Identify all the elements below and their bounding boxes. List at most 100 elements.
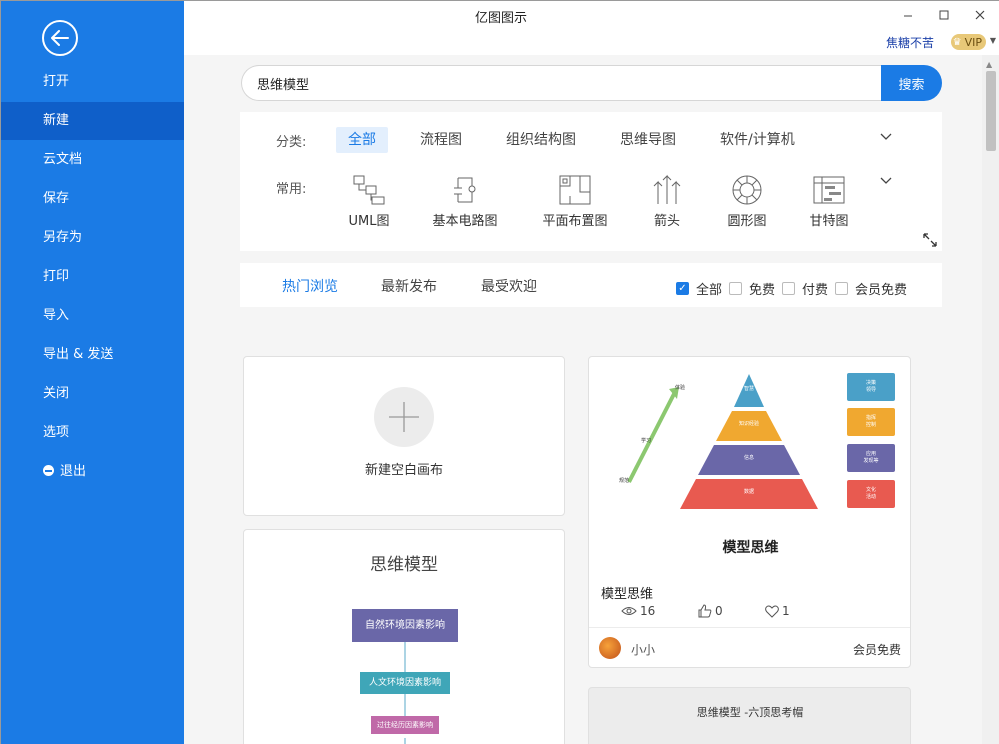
author-name[interactable]: 小小 xyxy=(631,641,655,658)
sidebar-item-label: 导入 xyxy=(43,308,70,323)
common-item-arrow[interactable]: 箭头 xyxy=(622,174,712,229)
close-icon xyxy=(975,10,985,20)
heart-icon xyxy=(765,605,779,618)
category-org-chart[interactable]: 组织结构图 xyxy=(494,127,588,153)
filter-label: 会员免费 xyxy=(855,283,908,298)
vip-badge[interactable]: ♛ VIP xyxy=(950,34,986,50)
category-flowchart[interactable]: 流程图 xyxy=(408,127,474,153)
arrow-icon xyxy=(653,174,681,204)
crown-icon: ♛ xyxy=(952,36,962,48)
circle-chart-icon xyxy=(732,175,762,205)
checkbox-icon xyxy=(729,282,742,295)
price-label: 会员免费 xyxy=(852,643,901,657)
sidebar-item-import[interactable]: 导入 xyxy=(1,297,184,335)
category-mind-map[interactable]: 思维导图 xyxy=(608,127,688,153)
chevron-down-icon[interactable] xyxy=(880,130,892,145)
close-window-button[interactable] xyxy=(970,5,990,25)
sidebar-item-cloud-docs[interactable]: 云文档 xyxy=(1,141,184,179)
checkbox-icon xyxy=(835,282,848,295)
common-item-label: 圆形图 xyxy=(727,214,767,229)
avatar[interactable] xyxy=(599,637,621,659)
scroll-thumb[interactable] xyxy=(986,71,996,151)
expand-icon[interactable] xyxy=(923,233,937,251)
sidebar-item-save[interactable]: 保存 xyxy=(1,180,184,218)
sidebar-item-save-as[interactable]: 另存为 xyxy=(1,219,184,257)
sidebar-item-label: 退出 xyxy=(60,464,87,479)
views-value: 16 xyxy=(640,604,656,618)
template-card-model-thinking[interactable]: 智慧 知识经验 信息 数据 决策 领导 指挥 控制 应用 发现等 文化 活动 体… xyxy=(588,356,911,668)
sidebar-item-exit[interactable]: 退出 xyxy=(1,453,184,491)
vertical-scrollbar[interactable]: ▲ xyxy=(982,55,999,744)
preview-title: 模型思维 xyxy=(722,540,779,556)
arrow-left-icon xyxy=(51,30,69,46)
sidebar-item-new[interactable]: 新建 xyxy=(1,102,184,140)
side-label: 应用 发现等 xyxy=(863,451,879,464)
tab-latest[interactable]: 最新发布 xyxy=(381,276,437,296)
thumbs-up-icon xyxy=(698,604,712,618)
category-all[interactable]: 全部 xyxy=(336,127,388,153)
common-item-gantt[interactable]: 甘特图 xyxy=(784,174,874,229)
gantt-icon xyxy=(813,176,845,204)
filter-paid[interactable]: 付费 xyxy=(782,279,828,298)
sidebar-item-open[interactable]: 打开 xyxy=(1,63,184,101)
arrow-label: 体验 xyxy=(675,385,686,391)
maximize-icon xyxy=(939,10,949,20)
new-blank-canvas-card[interactable]: 新建空白画布 xyxy=(243,356,565,516)
chevron-down-icon[interactable] xyxy=(880,174,892,189)
sidebar-item-label: 打开 xyxy=(43,74,70,89)
search-button[interactable]: 搜索 xyxy=(881,65,942,101)
sidebar-item-options[interactable]: 选项 xyxy=(1,414,184,452)
filter-free[interactable]: 免费 xyxy=(729,279,775,298)
sidebar-item-label: 选项 xyxy=(43,425,70,440)
user-menu-arrow-icon[interactable]: ▼ xyxy=(990,36,996,45)
sidebar-item-label: 打印 xyxy=(43,269,70,284)
filter-vip-free[interactable]: 会员免费 xyxy=(835,279,907,298)
sidebar-item-print[interactable]: 打印 xyxy=(1,258,184,296)
eye-icon xyxy=(621,607,637,615)
sidebar-item-export-send[interactable]: 导出 & 发送 xyxy=(1,336,184,374)
plus-icon xyxy=(389,402,419,432)
pyramid-level: 知识经验 xyxy=(738,421,759,427)
template-card-six-hats[interactable]: 思维模型 -六顶思考帽 xyxy=(588,687,911,744)
mind-box: 自然环境因素影响 xyxy=(352,609,458,642)
common-item-uml[interactable]: UML图 xyxy=(324,174,414,229)
common-item-circuit[interactable]: 基本电路图 xyxy=(420,174,510,229)
preview-title: 思维模型 -六顶思考帽 xyxy=(696,706,804,719)
floorplan-icon xyxy=(559,175,591,205)
template-title[interactable]: 模型思维 xyxy=(601,583,653,602)
minimize-button[interactable] xyxy=(898,5,918,25)
user-name[interactable]: 焦糖不苦 xyxy=(886,34,934,51)
common-item-floorplan[interactable]: 平面布置图 xyxy=(530,174,620,229)
common-label: 常用: xyxy=(276,182,307,197)
filter-label: 免费 xyxy=(749,283,776,298)
tab-panel: 热门浏览 最新发布 最受欢迎 ✓ 全部 免费 付费 会员免费 xyxy=(240,263,942,307)
pyramid-level: 数据 xyxy=(743,489,754,495)
back-button[interactable] xyxy=(42,20,78,56)
template-card-mind-model[interactable]: 思维模型 自然环境因素影响 人文环境因素影响 过往经历因素影响 xyxy=(243,529,565,744)
sidebar-item-label: 保存 xyxy=(43,191,70,206)
vip-label: VIP xyxy=(964,35,982,49)
category-software[interactable]: 软件/计算机 xyxy=(708,127,807,153)
maximize-button[interactable] xyxy=(934,5,954,25)
likes-value: 0 xyxy=(715,604,723,618)
minimize-icon xyxy=(904,15,912,17)
side-label: 指挥 控制 xyxy=(865,415,876,428)
tab-hot[interactable]: 热门浏览 xyxy=(282,276,338,296)
filter-all[interactable]: ✓ 全部 xyxy=(676,279,722,298)
category-label: 分类: xyxy=(276,135,307,150)
likes-count[interactable]: 0 xyxy=(698,604,723,618)
arrow-label: 规范 xyxy=(619,478,630,484)
favorites-count[interactable]: 1 xyxy=(765,604,790,618)
main-content: 搜索 分类: 全部 流程图 组织结构图 思维导图 软件/计算机 常用: UML图… xyxy=(184,55,982,744)
filter-label: 全部 xyxy=(696,283,723,298)
scroll-up-icon[interactable]: ▲ xyxy=(986,60,992,69)
add-canvas-button[interactable] xyxy=(374,387,434,447)
search-input[interactable] xyxy=(241,65,882,101)
common-item-label: UML图 xyxy=(348,214,390,229)
checkbox-checked-icon: ✓ xyxy=(676,282,689,295)
sidebar-item-close[interactable]: 关闭 xyxy=(1,375,184,413)
common-item-label: 甘特图 xyxy=(809,214,849,229)
common-item-circle-chart[interactable]: 圆形图 xyxy=(702,174,792,229)
views-count: 16 xyxy=(621,604,655,618)
tab-most-liked[interactable]: 最受欢迎 xyxy=(481,276,537,296)
